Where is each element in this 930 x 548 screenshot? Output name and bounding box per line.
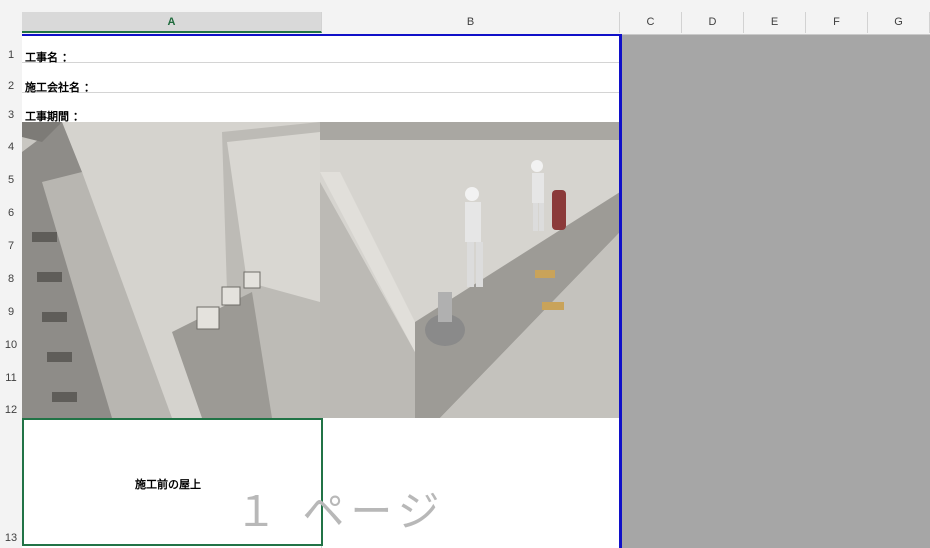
rooftop-photo-drawing <box>22 122 320 418</box>
row-header-11[interactable]: 11 <box>0 372 22 384</box>
row-header-13[interactable]: 13 <box>0 532 22 544</box>
cell-a13-caption[interactable]: 施工前の屋上 <box>135 476 201 492</box>
column-header-b[interactable]: B <box>322 12 620 33</box>
column-header-a[interactable]: A <box>22 12 322 33</box>
row-header-bar: 1 2 3 4 5 6 7 8 9 10 11 12 13 <box>0 34 23 548</box>
workers-photo-drawing <box>320 122 620 418</box>
column-header-d[interactable]: D <box>682 12 744 33</box>
row-header-9[interactable]: 9 <box>0 306 22 318</box>
column-header-bar: A B C D E F G <box>0 0 930 35</box>
cell-a2-contractor[interactable]: 施工会社名 ： <box>25 79 95 95</box>
rooftop-concrete-photo[interactable] <box>22 122 320 418</box>
column-header-f[interactable]: F <box>806 12 868 33</box>
row-header-7[interactable]: 7 <box>0 240 22 252</box>
row-header-6[interactable]: 6 <box>0 207 22 219</box>
row-header-2[interactable]: 2 <box>0 80 22 92</box>
column-header-g[interactable]: G <box>868 12 930 33</box>
gridline <box>22 92 620 93</box>
cell-a1-project-name[interactable]: 工事名 ： <box>25 49 73 65</box>
row-header-5[interactable]: 5 <box>0 174 22 186</box>
row-header-12[interactable]: 12 <box>0 404 22 416</box>
row-header-10[interactable]: 10 <box>0 339 22 351</box>
rooftop-workers-grinding-photo[interactable] <box>320 122 620 418</box>
row-header-8[interactable]: 8 <box>0 273 22 285</box>
row-header-1[interactable]: 1 <box>0 49 22 61</box>
page-number-watermark: １ ページ <box>235 487 446 536</box>
row-header-4[interactable]: 4 <box>0 141 22 153</box>
column-header-c[interactable]: C <box>620 12 682 33</box>
column-header-e[interactable]: E <box>744 12 806 33</box>
row-header-3[interactable]: 3 <box>0 109 22 121</box>
gridline <box>22 62 620 63</box>
